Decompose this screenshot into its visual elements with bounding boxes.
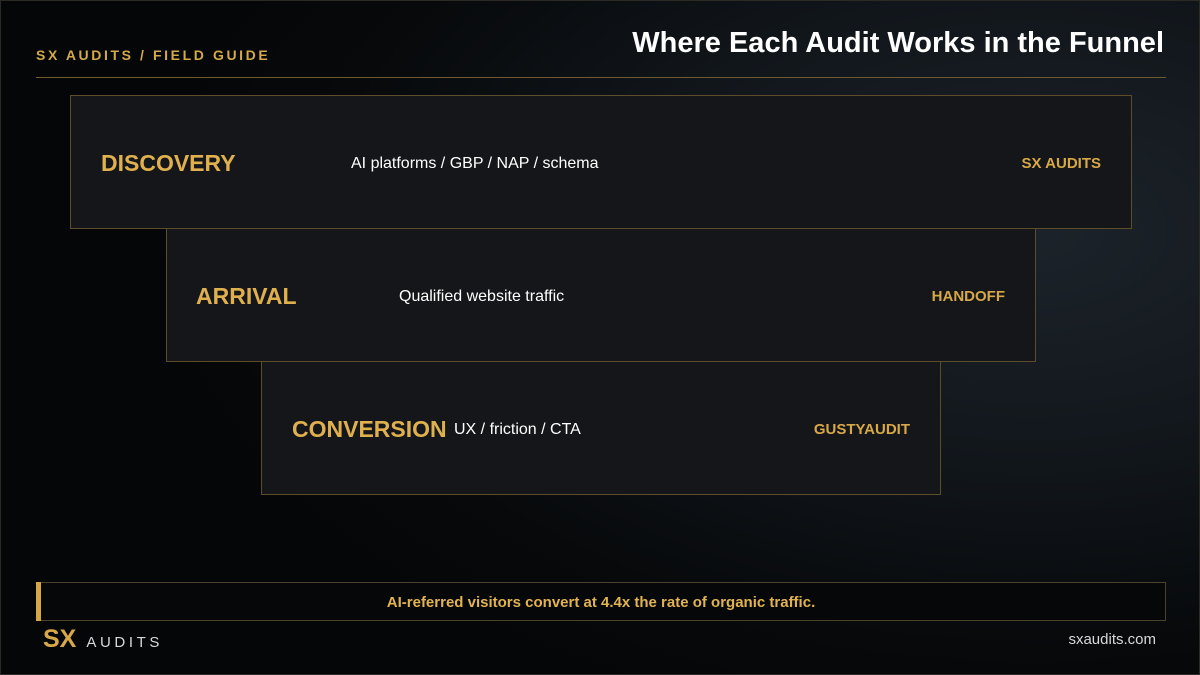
funnel-slide: SX AUDITS / FIELD GUIDE Where Each Audit… [0,0,1200,675]
logo-mark: SX [43,625,77,653]
funnel-stage-conversion: CONVERSION UX / friction / CTA GUSTYAUDI… [261,361,941,495]
callout-text: AI-referred visitors convert at 4.4x the… [386,594,816,611]
stage-name: CONVERSION [292,416,447,442]
stage-name: ARRIVAL [196,283,297,309]
footer-logo: SX AUDITS [43,625,163,653]
header-kicker: SX AUDITS / FIELD GUIDE [36,47,271,63]
funnel-stage-discovery: DISCOVERY AI platforms / GBP / NAP / sch… [70,95,1132,229]
stage-tag: HANDOFF [931,288,1005,305]
stage-description: AI platforms / GBP / NAP / schema [351,155,599,172]
slide-title: Where Each Audit Works in the Funnel [632,27,1164,59]
funnel-stage-arrival: ARRIVAL Qualified website traffic HANDOF… [166,228,1036,362]
stage-tag: SX AUDITS [1021,155,1101,172]
stage-description: Qualified website traffic [399,288,565,305]
stage-description: UX / friction / CTA [454,421,581,438]
footer-url: sxaudits.com [1068,631,1156,648]
logo-wordmark: AUDITS [86,634,163,651]
stage-name: DISCOVERY [101,150,236,176]
stat-callout: AI-referred visitors convert at 4.4x the… [36,582,1166,621]
header-divider [36,77,1166,78]
stage-tag: GUSTYAUDIT [813,421,910,438]
